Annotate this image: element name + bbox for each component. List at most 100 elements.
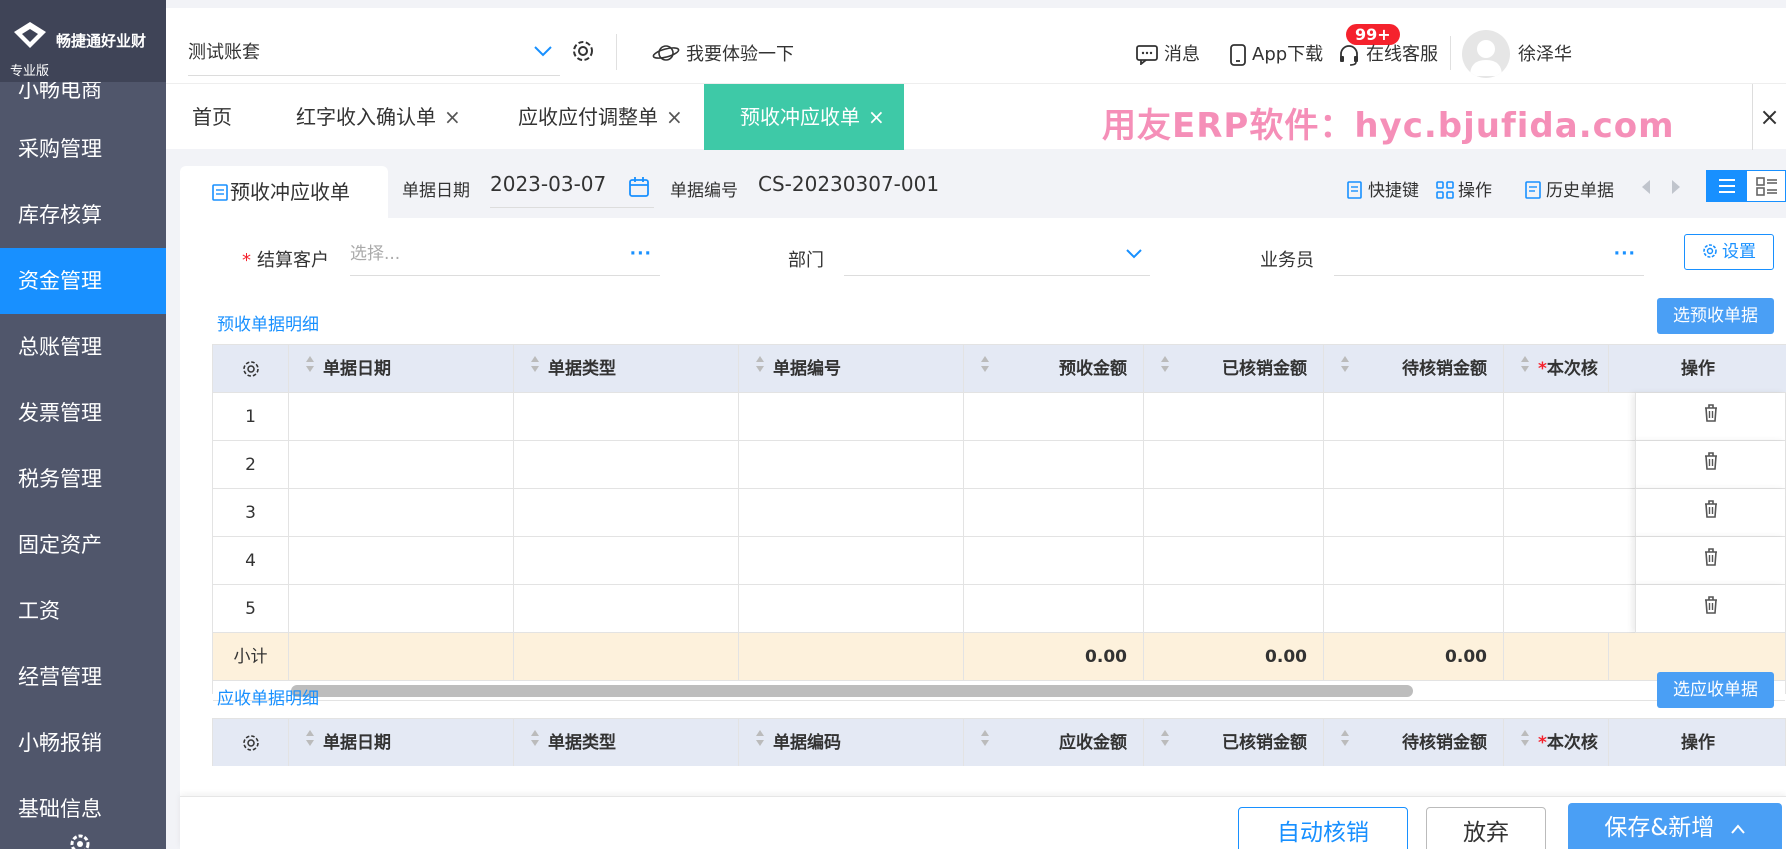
delete-row-button[interactable] (1635, 393, 1785, 441)
column-settings-cell[interactable] (213, 719, 289, 766)
more-icon[interactable]: ··· (1614, 232, 1636, 276)
history-button[interactable]: 历史单据 (1524, 176, 1614, 201)
table-cell[interactable] (1144, 585, 1324, 632)
account-select[interactable]: 测试账套 (188, 30, 560, 76)
scrollbar-thumb[interactable] (291, 685, 1413, 697)
online-service-link[interactable]: 在线客服 (1338, 40, 1438, 66)
column-header[interactable]: 单据类型 (514, 719, 739, 766)
table-cell[interactable] (514, 585, 739, 632)
close-icon[interactable]: × (444, 105, 461, 129)
column-header[interactable]: 已核销金额 (1144, 345, 1324, 392)
sort-icon[interactable] (1340, 719, 1350, 766)
table-cell[interactable] (964, 489, 1144, 536)
table-cell[interactable] (964, 537, 1144, 584)
column-header[interactable]: 单据日期 (289, 345, 514, 392)
card-view-icon[interactable] (1747, 171, 1786, 201)
table-cell[interactable] (739, 489, 964, 536)
table-cell[interactable] (739, 537, 964, 584)
sort-icon[interactable] (980, 345, 990, 393)
next-arrow-icon[interactable] (1670, 178, 1682, 196)
column-settings-cell[interactable] (213, 345, 289, 392)
table-cell[interactable] (964, 585, 1144, 632)
operate-button[interactable]: 操作 (1436, 176, 1492, 201)
gear-icon[interactable] (570, 38, 596, 64)
column-header[interactable]: 单据日期 (289, 719, 514, 766)
prev-arrow-icon[interactable] (1640, 178, 1652, 196)
close-icon[interactable]: × (666, 105, 683, 129)
table-cell[interactable] (964, 393, 1144, 440)
select-receivable-button[interactable]: 选应收单据 (1657, 672, 1774, 708)
sidebar-item-inventory[interactable]: 库存核算 (0, 182, 166, 248)
sort-icon[interactable] (1160, 345, 1170, 393)
select-prepay-button[interactable]: 选预收单据 (1657, 298, 1774, 334)
table-cell[interactable] (739, 393, 964, 440)
table-cell[interactable] (289, 441, 514, 488)
chevron-up-icon[interactable] (1730, 823, 1746, 835)
sidebar-item-payroll[interactable]: 工资 (0, 578, 166, 644)
table-cell[interactable] (739, 585, 964, 632)
table-cell[interactable] (1144, 489, 1324, 536)
table-cell[interactable] (1144, 441, 1324, 488)
shortcut-button[interactable]: 快捷键 (1346, 176, 1419, 201)
table-cell[interactable] (1324, 489, 1504, 536)
tab-red-income-confirm[interactable]: 红字收入确认单 × (296, 84, 461, 150)
table-cell[interactable] (514, 393, 739, 440)
customer-input[interactable]: 选择... ··· (350, 232, 660, 276)
view-switch[interactable] (1706, 170, 1786, 202)
table-cell[interactable] (289, 489, 514, 536)
sort-icon[interactable] (1520, 719, 1530, 766)
table-row[interactable]: 4 (213, 537, 1785, 585)
table-cell[interactable] (1144, 537, 1324, 584)
app-download-link[interactable]: App下载 (1230, 40, 1323, 66)
column-header[interactable]: 预收金额 (964, 345, 1144, 392)
column-header[interactable]: 单据类型 (514, 345, 739, 392)
sidebar-item-ecommerce[interactable]: 小畅电商 (0, 80, 166, 116)
sort-icon[interactable] (755, 345, 765, 393)
sort-icon[interactable] (1340, 345, 1350, 393)
sidebar-item-tax[interactable]: 税务管理 (0, 446, 166, 512)
close-all-tabs-icon[interactable]: × (1752, 84, 1786, 150)
more-icon[interactable]: ··· (630, 232, 652, 276)
sort-icon[interactable] (305, 345, 315, 393)
column-header[interactable]: 单据编号 (739, 345, 964, 392)
tab-prepay-offset[interactable]: 预收冲应收单 × (704, 84, 904, 150)
column-header[interactable]: 待核销金额 (1324, 345, 1504, 392)
table-cell[interactable] (514, 489, 739, 536)
user-name[interactable]: 徐泽华 (1518, 40, 1572, 66)
table-cell[interactable] (1324, 537, 1504, 584)
sort-icon[interactable] (305, 719, 315, 766)
table-cell[interactable] (514, 441, 739, 488)
save-new-button[interactable]: 保存&新增 (1568, 803, 1782, 849)
table-cell[interactable] (1144, 393, 1324, 440)
sort-icon[interactable] (530, 345, 540, 393)
sidebar-item-funds[interactable]: 资金管理 (0, 248, 166, 314)
sort-icon[interactable] (980, 719, 990, 766)
salesman-input[interactable]: ··· (1334, 232, 1644, 276)
table-row[interactable]: 3 (213, 489, 1785, 537)
column-header[interactable]: 待核销金额 (1324, 719, 1504, 766)
auto-writeoff-button[interactable]: 自动核销 (1238, 807, 1408, 849)
delete-row-button[interactable] (1635, 489, 1785, 537)
discard-button[interactable]: 放弃 (1426, 807, 1546, 849)
sidebar-item-fixed-assets[interactable]: 固定资产 (0, 512, 166, 578)
table-cell[interactable] (1324, 585, 1504, 632)
dept-select[interactable] (844, 232, 1150, 276)
close-icon[interactable]: × (868, 105, 885, 129)
table-cell[interactable] (964, 441, 1144, 488)
horizontal-scrollbar[interactable] (213, 681, 1785, 701)
messages-link[interactable]: 消息 (1136, 40, 1200, 66)
column-header[interactable]: 单据编码 (739, 719, 964, 766)
table-cell[interactable] (1324, 441, 1504, 488)
date-field[interactable]: 2023-03-07 (490, 166, 654, 208)
avatar[interactable] (1462, 30, 1510, 78)
table-cell[interactable] (289, 585, 514, 632)
table-cell[interactable] (1324, 393, 1504, 440)
sort-icon[interactable] (755, 719, 765, 766)
sidebar-item-invoice[interactable]: 发票管理 (0, 380, 166, 446)
table-cell[interactable] (289, 393, 514, 440)
sidebar-item-ledger[interactable]: 总账管理 (0, 314, 166, 380)
calendar-icon[interactable] (628, 176, 650, 198)
column-header[interactable]: 已核销金额 (1144, 719, 1324, 766)
table-row[interactable]: 1 (213, 393, 1785, 441)
table-cell[interactable] (289, 537, 514, 584)
